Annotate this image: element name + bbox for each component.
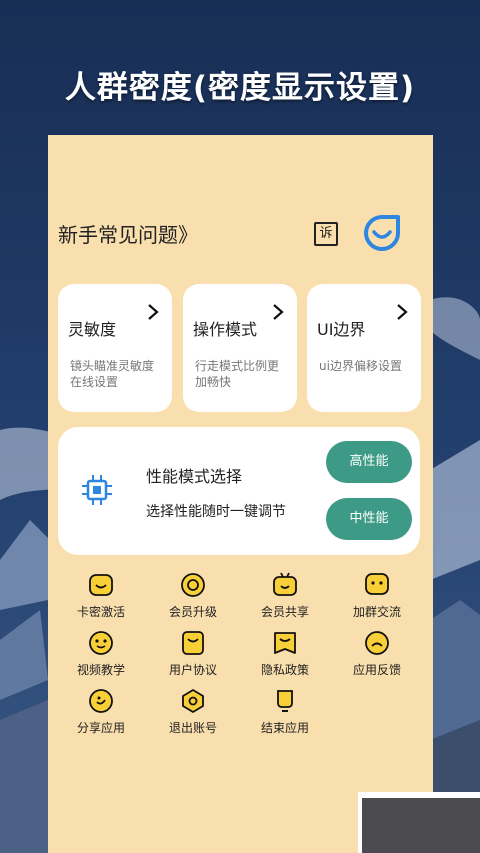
grid-item-label: 会员升级 xyxy=(168,605,217,619)
card-desc: ui边界偏移设置 xyxy=(319,359,402,373)
settings-panel: 新手常见问题》 诉 灵敏度 镜头瞄准灵敏度在线设置 操作模式 行走模式比例更加畅… xyxy=(48,135,433,853)
grid-item-video-tutorial[interactable]: 视频教学 xyxy=(56,629,146,678)
grid-item-exit-app[interactable]: 结束应用 xyxy=(240,687,330,736)
performance-card: 性能模式选择 选择性能随时一键调节 高性能 中性能 xyxy=(58,427,420,555)
grid-item-label: 应用反馈 xyxy=(352,663,401,677)
chip-icon xyxy=(82,475,112,505)
target-circle-icon xyxy=(181,573,205,597)
performance-title: 性能模式选择 xyxy=(146,467,243,486)
share-icon xyxy=(89,689,113,713)
smile-box-icon xyxy=(89,574,113,596)
grid-item-card-activate[interactable]: 卡密激活 xyxy=(56,571,146,620)
card-desc: 行走模式比例更加畅快 xyxy=(195,359,280,389)
grid-item-app-feedback[interactable]: 应用反馈 xyxy=(332,629,422,678)
card-title: UI边界 xyxy=(317,320,366,339)
grid-item-share-app[interactable]: 分享应用 xyxy=(56,687,146,736)
grid-item-label: 卡密激活 xyxy=(76,605,125,619)
grid-item-label: 隐私政策 xyxy=(260,663,309,677)
card-title: 操作模式 xyxy=(193,320,258,339)
grid-item-label: 会员共享 xyxy=(260,605,309,619)
face-circle-icon xyxy=(89,631,113,655)
report-icon[interactable]: 诉 xyxy=(314,222,338,246)
grid-item-logout[interactable]: 退出账号 xyxy=(148,687,238,736)
agreement-icon xyxy=(182,631,204,655)
tv-face-icon xyxy=(273,572,297,596)
card-sensitivity[interactable]: 灵敏度 镜头瞄准灵敏度在线设置 xyxy=(58,284,172,412)
grid-item-label: 分享应用 xyxy=(76,721,125,735)
grid-item-privacy-policy[interactable]: 隐私政策 xyxy=(240,629,330,678)
chevron-right-icon xyxy=(397,304,408,320)
grid-item-label: 退出账号 xyxy=(168,721,217,735)
grid-item-user-agreement[interactable]: 用户协议 xyxy=(148,629,238,678)
grid-item-join-group[interactable]: 加群交流 xyxy=(332,571,422,620)
grid-item-label: 用户协议 xyxy=(168,663,217,677)
chevron-right-icon xyxy=(148,304,159,320)
privacy-icon xyxy=(274,632,296,654)
logout-icon xyxy=(182,689,204,713)
grid-item-label: 加群交流 xyxy=(352,605,401,619)
chevron-right-icon xyxy=(273,304,284,320)
card-ui-boundary[interactable]: UI边界 ui边界偏移设置 xyxy=(307,284,421,412)
faq-link[interactable]: 新手常见问题》 xyxy=(58,219,198,248)
smile-logo-icon[interactable] xyxy=(363,214,401,252)
grid-item-member-share[interactable]: 会员共享 xyxy=(240,571,330,620)
performance-desc: 选择性能随时一键调节 xyxy=(146,504,286,520)
bulb-icon xyxy=(277,690,293,712)
feedback-face-icon xyxy=(365,631,389,655)
grid-item-label: 视频教学 xyxy=(76,663,125,677)
card-operation-mode[interactable]: 操作模式 行走模式比例更加畅快 xyxy=(183,284,297,412)
high-performance-button[interactable]: 高性能 xyxy=(326,441,412,483)
floating-thumbnail[interactable] xyxy=(358,792,480,853)
grid-item-label: 结束应用 xyxy=(260,721,309,735)
chat-face-icon xyxy=(365,573,389,595)
mid-performance-button[interactable]: 中性能 xyxy=(326,498,412,540)
grid-item-member-upgrade[interactable]: 会员升级 xyxy=(148,571,238,620)
card-desc: 镜头瞄准灵敏度在线设置 xyxy=(70,359,155,389)
page-headline: 人群密度(密度显示设置) xyxy=(64,70,416,106)
card-title: 灵敏度 xyxy=(68,320,117,339)
